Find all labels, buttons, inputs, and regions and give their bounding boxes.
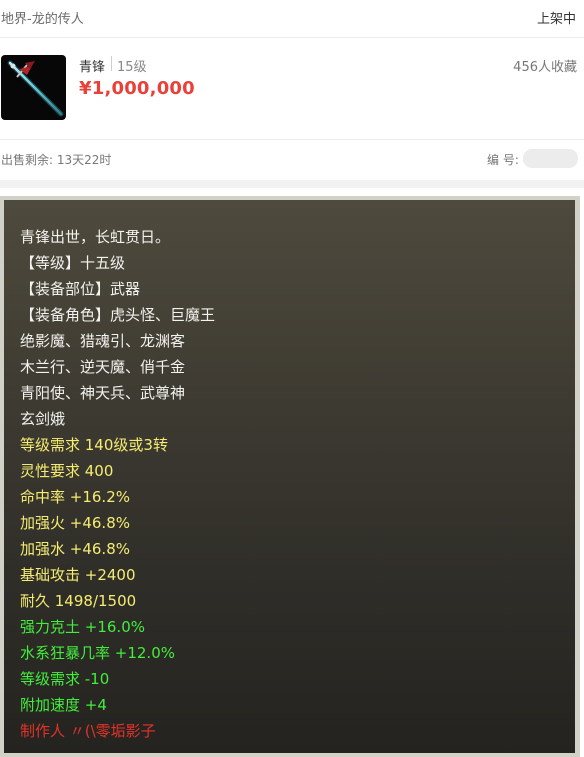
sword-icon: [7, 60, 64, 117]
tooltip-line: 玄剑娥: [20, 410, 66, 428]
section-divider: [0, 180, 584, 188]
item-tooltip-frame: 青锋出世，长虹贯日。 【等级】十五级 【装备部位】武器【装备角色】虎头怪、巨魔王 绝影…: [0, 196, 580, 757]
tooltip-line: 基础攻击 +2400: [20, 566, 136, 584]
tooltip-line: 水系狂暴几率 +12.0%: [20, 644, 175, 662]
tooltip-line: 【装备部位】武器: [20, 280, 141, 298]
tooltip-line: 命中率 +16.2%: [20, 488, 130, 506]
tooltip-lines: 青锋出世，长虹贯日。 【等级】十五级 【装备部位】武器【装备角色】虎头怪、巨魔王 绝影…: [20, 224, 215, 744]
tooltip-line: 木兰行、逆天魔、俏千金: [20, 358, 186, 376]
server-name: 地界-龙的传人: [1, 12, 84, 27]
top-bar: 地界-龙的传人 上架中: [0, 0, 584, 38]
sale-time-remaining: 出售剩余: 13天22时: [1, 153, 112, 167]
tooltip-line: 强力克土 +16.0%: [20, 618, 145, 636]
item-price: ¥1,000,000: [79, 78, 195, 99]
item-tooltip: 青锋出世，长虹贯日。 【等级】十五级 【装备部位】武器【装备角色】虎头怪、巨魔王 绝影…: [4, 200, 575, 753]
tooltip-line: 附加速度 +4: [20, 696, 107, 714]
tooltip-line: 青锋出世，长虹贯日。: [20, 228, 171, 246]
tooltip-line: 等级需求 140级或3转: [20, 436, 168, 454]
tooltip-line: 等级需求 -10: [20, 670, 110, 688]
tooltip-line: 加强水 +46.8%: [20, 540, 130, 558]
name-divider: [111, 56, 112, 71]
item-level: 15级: [117, 60, 147, 75]
tooltip-line: 耐久 1498/1500: [20, 592, 137, 610]
tooltip-line: 灵性要求 400: [20, 462, 114, 480]
listing-status: 上架中: [536, 12, 576, 27]
item-name: 青锋: [79, 60, 106, 75]
tooltip-line: 青阳使、神天兵、武尊神: [20, 384, 186, 402]
serial-value-blurred: [523, 149, 578, 168]
item-summary[interactable]: 青锋 15级 ¥1,000,000 456人收藏: [0, 38, 584, 140]
serial-label: 编 号:: [487, 153, 519, 167]
tooltip-line: 【装备角色】虎头怪、巨魔王: [20, 306, 216, 324]
meta-row: 出售剩余: 13天22时 编 号:: [0, 140, 584, 180]
favorites-count: 456人收藏: [513, 60, 577, 75]
item-thumbnail[interactable]: [1, 55, 66, 120]
tooltip-line: 【等级】十五级: [20, 254, 126, 272]
tooltip-line: 绝影魔、猎魂引、龙渊客: [20, 332, 186, 350]
tooltip-line: 制作人 〃(\零垢影子: [20, 722, 156, 740]
tooltip-line: 加强火 +46.8%: [20, 514, 130, 532]
